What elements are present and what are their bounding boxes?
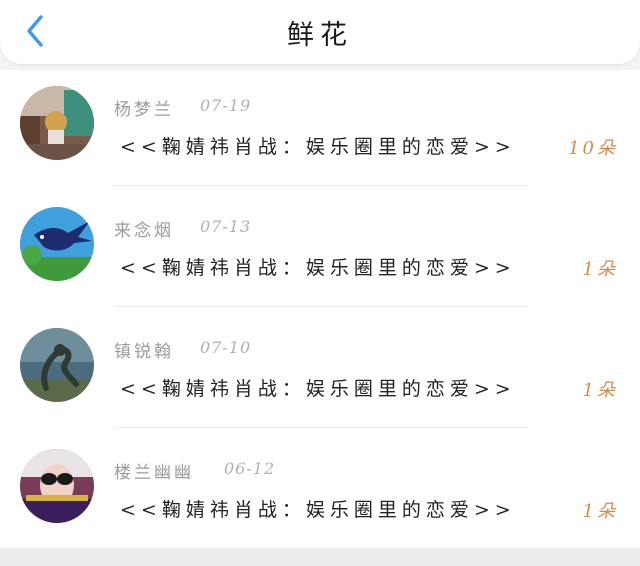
flower-count: 1朵 — [582, 259, 618, 280]
bottom-strip — [0, 548, 640, 566]
gift-message[interactable]: <<鞠婧祎肖战：娱乐圈里的恋爱>> — [120, 132, 516, 159]
divider — [114, 427, 528, 428]
flower-count: 1朵 — [582, 501, 618, 522]
avatar-swallow-bird — [20, 207, 94, 281]
top-bar: 鲜花 — [0, 0, 640, 64]
avatar[interactable] — [20, 207, 94, 281]
page-title: 鲜花 — [287, 20, 353, 51]
gift-date: 07-13 — [200, 217, 252, 236]
sender-name: 楼兰幽幽 — [114, 463, 194, 483]
gift-message[interactable]: <<鞠婧祎肖战：娱乐圈里的恋爱>> — [120, 374, 516, 401]
flower-count: 1朵 — [582, 380, 618, 401]
gift-date: 07-19 — [200, 96, 252, 115]
list-item[interactable]: 镇锐翰 07-10 <<鞠婧祎肖战：娱乐圈里的恋爱>> 1朵 — [0, 312, 640, 433]
list-item[interactable]: 来念烟 07-13 <<鞠婧祎肖战：娱乐圈里的恋爱>> 1朵 — [0, 191, 640, 312]
avatar-photo-street — [20, 86, 94, 160]
avatar[interactable] — [20, 86, 94, 160]
list-item[interactable]: 杨梦兰 07-19 <<鞠婧祎肖战：娱乐圈里的恋爱>> 10朵 — [0, 70, 640, 191]
gift-message[interactable]: <<鞠婧祎肖战：娱乐圈里的恋爱>> — [120, 253, 516, 280]
gift-date: 06-12 — [224, 459, 276, 478]
flower-count: 10朵 — [568, 138, 618, 159]
gift-date: 07-10 — [200, 338, 252, 357]
avatar-sculpture — [20, 328, 94, 402]
sender-name: 来念烟 — [114, 221, 174, 241]
sender-name: 镇锐翰 — [114, 342, 174, 362]
avatar-girl-sunglasses — [20, 449, 94, 523]
list-item[interactable]: 楼兰幽幽 06-12 <<鞠婧祎肖战：娱乐圈里的恋爱>> 1朵 — [0, 433, 640, 554]
flower-gift-list: 杨梦兰 07-19 <<鞠婧祎肖战：娱乐圈里的恋爱>> 10朵 来念烟 07-1… — [0, 70, 640, 548]
divider — [114, 306, 528, 307]
sender-name: 杨梦兰 — [114, 100, 174, 120]
divider — [114, 185, 528, 186]
avatar[interactable] — [20, 449, 94, 523]
gift-message[interactable]: <<鞠婧祎肖战：娱乐圈里的恋爱>> — [120, 495, 516, 522]
avatar[interactable] — [20, 328, 94, 402]
